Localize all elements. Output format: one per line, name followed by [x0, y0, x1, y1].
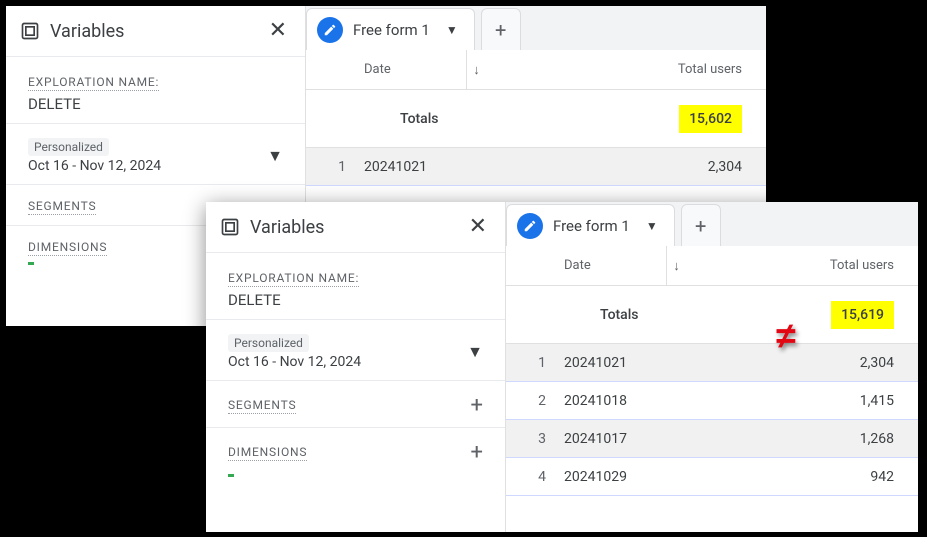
- tab-label: Free form 1: [553, 217, 630, 235]
- sidebar-header: Variables ✕: [206, 202, 505, 252]
- row-index: 2: [506, 393, 556, 409]
- data-table: Date ↓ Total users Totals 15,619 1202410…: [506, 246, 918, 532]
- variables-icon: [20, 21, 40, 41]
- row-date: 20241021: [556, 355, 666, 371]
- chevron-down-icon[interactable]: ▼: [640, 219, 664, 233]
- totals-label: Totals: [556, 307, 666, 323]
- sort-desc-icon[interactable]: ↓: [666, 246, 686, 285]
- row-date: 20241017: [556, 431, 666, 447]
- totals-value: 15,619: [686, 301, 918, 329]
- row-date: 20241029: [556, 469, 666, 485]
- date-mode-badge: Personalized: [228, 334, 309, 352]
- table-row[interactable]: 120241021 2,304: [506, 344, 918, 382]
- variables-sidebar: Variables ✕ EXPLORATION NAME: DELETE Per…: [206, 202, 506, 532]
- row-users: 2,304: [486, 159, 766, 175]
- exploration-name-label: EXPLORATION NAME:: [28, 75, 159, 91]
- edit-icon[interactable]: [517, 213, 543, 239]
- sidebar-header: Variables ✕: [6, 6, 305, 56]
- close-icon[interactable]: ✕: [269, 20, 287, 42]
- not-equal-icon: ≠: [776, 315, 796, 357]
- totals-value: 15,602: [486, 105, 766, 133]
- add-dimension-button[interactable]: +: [471, 442, 483, 464]
- exploration-name-label: EXPLORATION NAME:: [228, 271, 359, 287]
- tab-label: Free form 1: [353, 21, 430, 39]
- tab-free-form[interactable]: Free form 1 ▼: [506, 204, 675, 246]
- date-range-section[interactable]: Personalized Oct 16 - Nov 12, 2024 ▼: [6, 123, 305, 184]
- dimensions-section: DIMENSIONS +: [206, 427, 505, 468]
- col-users-header[interactable]: Total users: [486, 62, 766, 77]
- dimension-accent: [228, 474, 234, 477]
- tab-free-form[interactable]: Free form 1 ▼: [306, 8, 475, 50]
- date-range-text: Oct 16 - Nov 12, 2024: [228, 354, 361, 370]
- table-body: 120241021 2,304: [306, 148, 766, 186]
- exploration-name-section: EXPLORATION NAME: DELETE: [206, 252, 505, 319]
- dimensions-label: DIMENSIONS: [28, 240, 107, 256]
- edit-icon[interactable]: [317, 17, 343, 43]
- row-index: 4: [506, 469, 556, 485]
- table-row[interactable]: 420241029 942: [506, 458, 918, 496]
- col-date-header[interactable]: Date: [356, 62, 466, 77]
- tab-bar: Free form 1 ▼ +: [506, 202, 918, 246]
- row-date: 20241021: [356, 159, 466, 175]
- totals-row: Totals 15,619: [506, 286, 918, 344]
- chevron-down-icon[interactable]: ▼: [467, 342, 483, 362]
- sort-desc-icon[interactable]: ↓: [466, 50, 486, 89]
- row-date: 20241018: [556, 393, 666, 409]
- dimensions-label: DIMENSIONS: [228, 445, 307, 461]
- chevron-down-icon[interactable]: ▼: [267, 146, 283, 166]
- exploration-name-section: EXPLORATION NAME: DELETE: [6, 56, 305, 123]
- chevron-down-icon[interactable]: ▼: [440, 23, 464, 37]
- row-index: 1: [506, 355, 556, 371]
- segments-section: SEGMENTS +: [206, 380, 505, 427]
- row-index: 3: [506, 431, 556, 447]
- exploration-name-value[interactable]: DELETE: [28, 95, 283, 113]
- close-icon[interactable]: ✕: [469, 216, 487, 238]
- totals-row: Totals 15,602: [306, 90, 766, 148]
- tab-bar: Free form 1 ▼ +: [306, 6, 766, 50]
- segments-label: SEGMENTS: [228, 398, 296, 414]
- date-chip: Personalized Oct 16 - Nov 12, 2024: [228, 334, 361, 370]
- row-users: 942: [686, 469, 918, 485]
- dimension-accent: [28, 262, 34, 265]
- exploration-panel-front: Variables ✕ EXPLORATION NAME: DELETE Per…: [206, 202, 918, 532]
- table-header: Date ↓ Total users: [306, 50, 766, 90]
- variables-title: Variables: [250, 217, 459, 238]
- variables-title: Variables: [50, 21, 259, 42]
- date-range-text: Oct 16 - Nov 12, 2024: [28, 158, 161, 174]
- row-users: 2,304: [686, 355, 918, 371]
- col-date-header[interactable]: Date: [556, 258, 666, 273]
- table-body: 120241021 2,304 220241018 1,415 320241017 1,2…: [506, 344, 918, 496]
- totals-label: Totals: [356, 111, 466, 127]
- table-row[interactable]: 320241017 1,268: [506, 420, 918, 458]
- table-header: Date ↓ Total users: [506, 246, 918, 286]
- add-segment-button[interactable]: +: [471, 395, 483, 417]
- row-users: 1,415: [686, 393, 918, 409]
- date-range-section[interactable]: Personalized Oct 16 - Nov 12, 2024 ▼: [206, 319, 505, 380]
- row-index: 1: [306, 159, 356, 175]
- add-tab-button[interactable]: +: [681, 204, 721, 246]
- row-users: 1,268: [686, 431, 918, 447]
- date-mode-badge: Personalized: [28, 138, 109, 156]
- segments-label: SEGMENTS: [28, 199, 96, 215]
- add-tab-button[interactable]: +: [481, 8, 521, 50]
- report-content: Free form 1 ▼ + Date ↓ Total users Total…: [506, 202, 918, 532]
- date-chip: Personalized Oct 16 - Nov 12, 2024: [28, 138, 161, 174]
- exploration-name-value[interactable]: DELETE: [228, 291, 483, 309]
- table-row[interactable]: 220241018 1,415: [506, 382, 918, 420]
- col-users-header[interactable]: Total users: [686, 258, 918, 273]
- variables-icon: [220, 217, 240, 237]
- table-row[interactable]: 120241021 2,304: [306, 148, 766, 186]
